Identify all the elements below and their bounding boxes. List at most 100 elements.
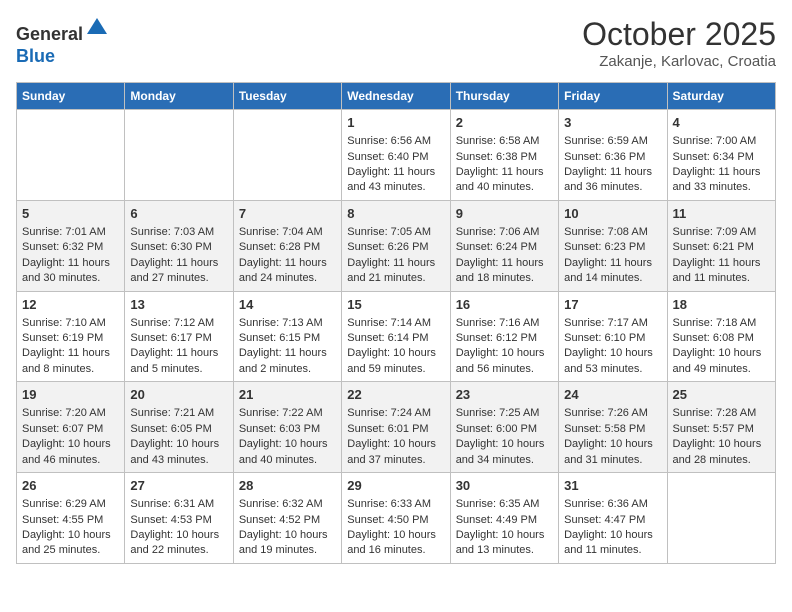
day-info: Daylight: 10 hours and 53 minutes. — [564, 346, 661, 377]
day-info: Sunrise: 7:05 AM — [347, 225, 444, 240]
day-info: Sunrise: 6:58 AM — [456, 134, 553, 149]
day-info: Sunrise: 6:56 AM — [347, 134, 444, 149]
day-info: Daylight: 10 hours and 13 minutes. — [456, 528, 553, 559]
day-info: Sunrise: 6:35 AM — [456, 497, 553, 512]
day-number: 11 — [673, 205, 770, 223]
calendar-cell: 2Sunrise: 6:58 AMSunset: 6:38 PMDaylight… — [450, 110, 558, 201]
page-title: October 2025 — [582, 16, 776, 53]
day-info: Sunset: 6:10 PM — [564, 331, 661, 346]
logo-general: General — [16, 24, 83, 44]
day-info: Sunrise: 7:22 AM — [239, 406, 336, 421]
calendar-cell: 17 Sunrise: 7:17 AMSunset: 6:10 PMDayligh… — [559, 291, 667, 382]
calendar-row: 12Sunrise: 7:10 AMSunset: 6:19 PMDayligh… — [17, 291, 776, 382]
day-info: Sunset: 6:30 PM — [130, 240, 227, 255]
day-info: Daylight: 11 hours and 18 minutes. — [456, 256, 553, 287]
day-info: Sunrise: 7:26 AM — [564, 406, 661, 421]
day-info: Sunset: 6:05 PM — [130, 422, 227, 437]
day-info: Daylight: 10 hours and 16 minutes. — [347, 528, 444, 559]
day-info: Sunrise: 7:28 AM — [673, 406, 770, 421]
day-info: Daylight: 11 hours and 24 minutes. — [239, 256, 336, 287]
day-info: Sunrise: 6:36 AM — [564, 497, 661, 512]
calendar-header: SundayMondayTuesdayWednesdayThursdayFrid… — [17, 83, 776, 110]
day-info: Daylight: 10 hours and 22 minutes. — [130, 528, 227, 559]
calendar-cell: 15Sunrise: 7:14 AMSunset: 6:14 PMDayligh… — [342, 291, 450, 382]
day-info: Sunset: 4:49 PM — [456, 513, 553, 528]
day-number: 21 — [239, 386, 336, 404]
calendar-cell: 26Sunrise: 6:29 AMSunset: 4:55 PMDayligh… — [17, 473, 125, 564]
day-info: Sunset: 6:23 PM — [564, 240, 661, 255]
calendar-body: 1Sunrise: 6:56 AMSunset: 6:40 PMDaylight… — [17, 110, 776, 564]
day-info: Daylight: 11 hours and 2 minutes. — [239, 346, 336, 377]
day-info: Sunset: 6:28 PM — [239, 240, 336, 255]
day-info: Daylight: 11 hours and 36 minutes. — [564, 165, 661, 196]
day-number: 2 — [456, 114, 553, 132]
day-number: 23 — [456, 386, 553, 404]
day-info: Sunrise: 7:25 AM — [456, 406, 553, 421]
logo-blue: Blue — [16, 46, 55, 66]
day-info: Daylight: 10 hours and 11 minutes. — [564, 528, 661, 559]
day-info: Sunset: 6:24 PM — [456, 240, 553, 255]
calendar-cell: 24Sunrise: 7:26 AMSunset: 5:58 PMDayligh… — [559, 382, 667, 473]
day-info: Daylight: 11 hours and 8 minutes. — [22, 346, 119, 377]
page-header: General Blue October 2025 Zakanje, Karlo… — [16, 16, 776, 70]
day-info: Daylight: 10 hours and 43 minutes. — [130, 437, 227, 468]
header-cell-sunday: Sunday — [17, 83, 125, 110]
day-info: Daylight: 11 hours and 27 minutes. — [130, 256, 227, 287]
calendar-cell: 29 Sunrise: 6:33 AMSunset: 4:50 PMDayligh… — [342, 473, 450, 564]
day-number: 3 — [564, 114, 661, 132]
calendar-cell: 4Sunrise: 7:00 AMSunset: 6:34 PMDaylight… — [667, 110, 775, 201]
day-number: 4 — [673, 114, 770, 132]
calendar-cell: 31Sunrise: 6:36 AMSunset: 4:47 PMDayligh… — [559, 473, 667, 564]
day-info: Sunrise: 7:17 AM — [564, 316, 661, 331]
day-number: 12 — [22, 296, 119, 314]
day-number: 1 — [347, 114, 444, 132]
day-number: 25 — [673, 386, 770, 404]
title-block: October 2025 Zakanje, Karlovac, Croatia — [582, 16, 776, 70]
calendar-cell — [125, 110, 233, 201]
day-number: 7 — [239, 205, 336, 223]
day-info: Sunset: 4:52 PM — [239, 513, 336, 528]
day-info: Daylight: 10 hours and 19 minutes. — [239, 528, 336, 559]
day-info: Daylight: 10 hours and 46 minutes. — [22, 437, 119, 468]
day-number: 22 — [347, 386, 444, 404]
calendar-cell: 12Sunrise: 7:10 AMSunset: 6:19 PMDayligh… — [17, 291, 125, 382]
day-number: 29 — [347, 477, 444, 495]
day-number: 30 — [456, 477, 553, 495]
day-number: 17 — [564, 296, 661, 314]
calendar-table: SundayMondayTuesdayWednesdayThursdayFrid… — [16, 82, 776, 564]
day-info: Daylight: 11 hours and 5 minutes. — [130, 346, 227, 377]
calendar-cell: 14Sunrise: 7:13 AMSunset: 6:15 PMDayligh… — [233, 291, 341, 382]
day-info: Sunrise: 7:01 AM — [22, 225, 119, 240]
day-info: Sunrise: 6:33 AM — [347, 497, 444, 512]
day-info: Sunset: 4:55 PM — [22, 513, 119, 528]
day-number: 27 — [130, 477, 227, 495]
day-info: Daylight: 11 hours and 33 minutes. — [673, 165, 770, 196]
day-info: Sunrise: 6:32 AM — [239, 497, 336, 512]
day-number: 28 — [239, 477, 336, 495]
page-subtitle: Zakanje, Karlovac, Croatia — [582, 53, 776, 70]
header-row: SundayMondayTuesdayWednesdayThursdayFrid… — [17, 83, 776, 110]
day-info: Sunrise: 7:08 AM — [564, 225, 661, 240]
day-info: Daylight: 11 hours and 43 minutes. — [347, 165, 444, 196]
day-info: Sunset: 6:40 PM — [347, 150, 444, 165]
day-info: Sunrise: 7:14 AM — [347, 316, 444, 331]
header-cell-wednesday: Wednesday — [342, 83, 450, 110]
calendar-row: 19Sunrise: 7:20 AMSunset: 6:07 PMDayligh… — [17, 382, 776, 473]
calendar-cell: 8Sunrise: 7:05 AMSunset: 6:26 PMDaylight… — [342, 200, 450, 291]
day-info: Sunrise: 7:00 AM — [673, 134, 770, 149]
calendar-cell: 23Sunrise: 7:25 AMSunset: 6:00 PMDayligh… — [450, 382, 558, 473]
day-info: Sunrise: 7:03 AM — [130, 225, 227, 240]
day-info: Sunset: 4:50 PM — [347, 513, 444, 528]
day-info: Sunrise: 7:24 AM — [347, 406, 444, 421]
day-info: Daylight: 11 hours and 21 minutes. — [347, 256, 444, 287]
day-info: Sunset: 6:01 PM — [347, 422, 444, 437]
calendar-cell: 1 Sunrise: 6:56 AMSunset: 6:40 PMDaylight… — [342, 110, 450, 201]
day-number: 10 — [564, 205, 661, 223]
day-info: Daylight: 11 hours and 30 minutes. — [22, 256, 119, 287]
day-info: Sunset: 6:07 PM — [22, 422, 119, 437]
calendar-cell — [233, 110, 341, 201]
day-info: Sunrise: 6:59 AM — [564, 134, 661, 149]
day-number: 16 — [456, 296, 553, 314]
calendar-row: 26Sunrise: 6:29 AMSunset: 4:55 PMDayligh… — [17, 473, 776, 564]
day-info: Sunset: 6:19 PM — [22, 331, 119, 346]
